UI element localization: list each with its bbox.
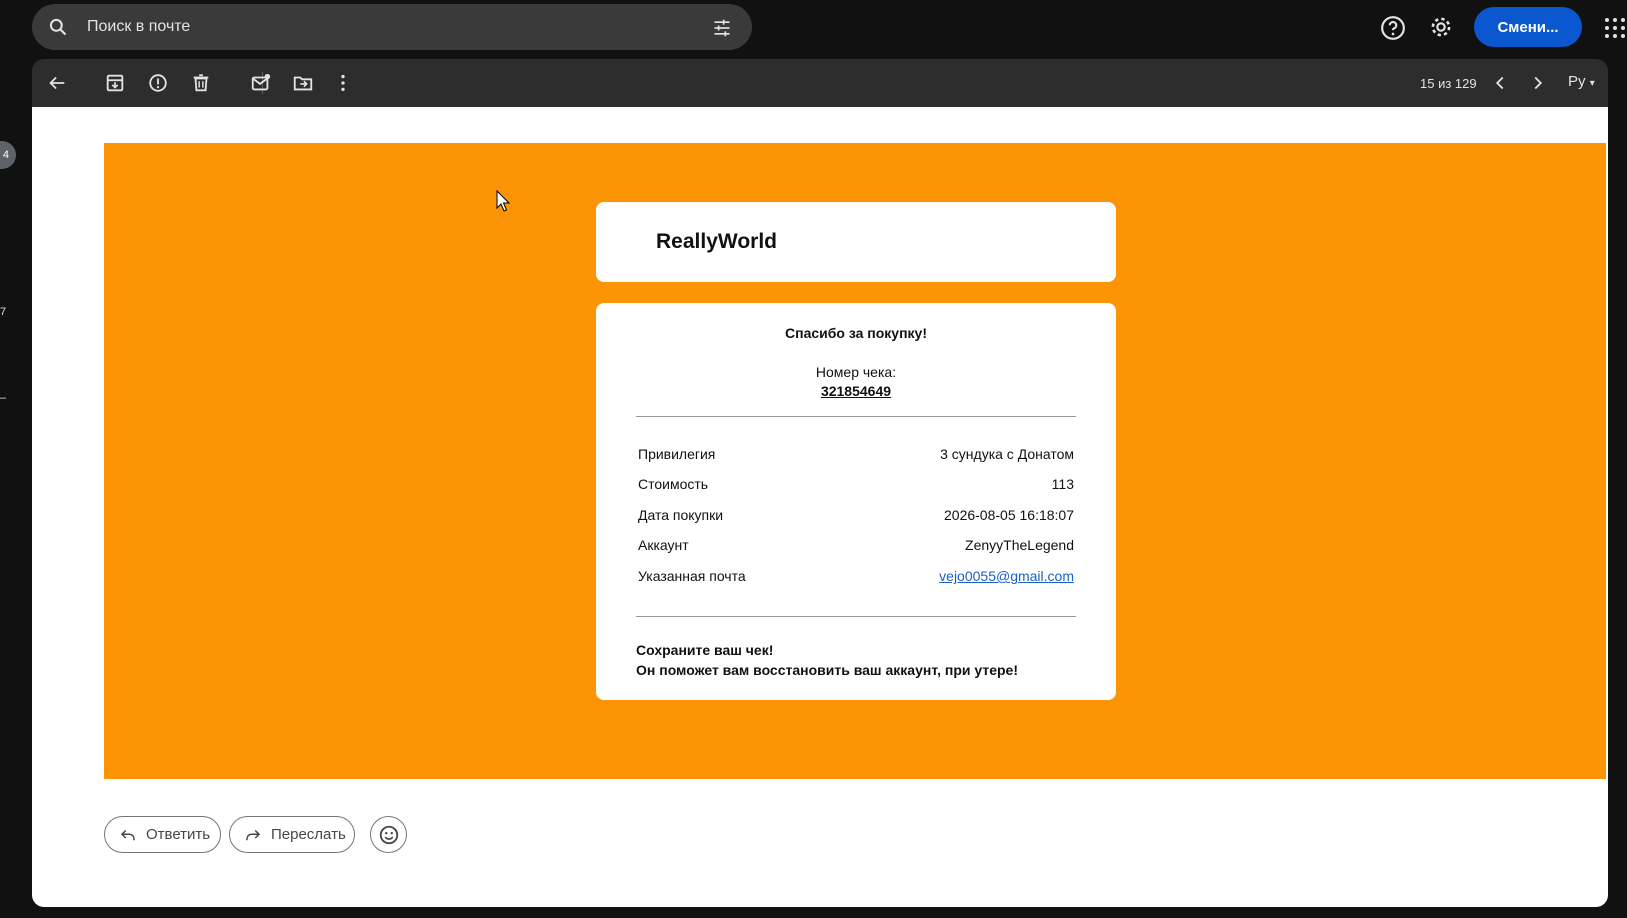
delete-icon[interactable] — [190, 72, 212, 94]
reply-button[interactable]: Ответить — [104, 816, 221, 853]
divider — [636, 616, 1076, 617]
rail-mark-b: – — [0, 392, 7, 404]
gear-icon[interactable] — [1428, 14, 1454, 40]
thanks-heading: Спасибо за покупку! — [785, 325, 927, 341]
report-spam-icon[interactable] — [147, 72, 169, 94]
row-value: 113 — [1051, 476, 1074, 492]
row-key: Привилегия — [638, 446, 716, 462]
reply-label: Ответить — [146, 826, 211, 843]
receipt-card: Спасибо за покупку! Номер чека: 32185464… — [596, 303, 1116, 700]
brand-title: ReallyWorld — [656, 230, 777, 253]
more-vert-icon[interactable] — [332, 72, 354, 94]
row-key: Дата покупки — [638, 507, 724, 523]
row-key: Стоимость — [638, 476, 709, 492]
row-key: Указанная почта — [638, 568, 746, 584]
forward-icon — [246, 829, 261, 840]
receipt-number: 321854649 — [820, 383, 892, 399]
top-bar: Поиск в почте Смени... — [0, 0, 1627, 56]
receipt-label: Номер чека: — [815, 364, 897, 380]
move-to-icon[interactable] — [292, 72, 314, 94]
row-value: 3 сундука с Донатом — [940, 446, 1074, 462]
receipt-row: Аккаунт ZenyyTheLegend — [638, 537, 1074, 557]
email-link[interactable]: vejo0055@gmail.com — [939, 568, 1074, 584]
reply-icon — [120, 829, 135, 840]
back-arrow-icon[interactable] — [46, 72, 68, 94]
apps-grid-icon[interactable] — [1603, 16, 1627, 40]
receipt-row: Стоимость 113 — [638, 476, 1074, 496]
emoji-icon — [379, 825, 399, 845]
receipt-row: Привилегия 3 сундука с Донатом — [638, 446, 1074, 466]
tune-icon[interactable] — [712, 18, 732, 38]
mark-unread-icon[interactable] — [250, 72, 272, 94]
row-value: ZenyyTheLegend — [965, 537, 1074, 553]
receipt-row: Указанная почта vejo0055@gmail.com — [638, 568, 1074, 588]
left-rail — [0, 56, 32, 918]
mouse-cursor-icon — [496, 190, 510, 212]
archive-icon[interactable] — [104, 72, 126, 94]
search-bar[interactable]: Поиск в почте — [32, 4, 752, 50]
help-icon[interactable] — [1380, 15, 1406, 41]
forward-button[interactable]: Переслать — [229, 816, 355, 853]
input-language[interactable]: Ру ▾ — [1568, 73, 1595, 90]
divider — [636, 416, 1076, 417]
row-key: Аккаунт — [638, 537, 689, 553]
search-icon[interactable] — [48, 17, 68, 37]
receipt-row: Дата покупки 2026-08-05 16:18:07 — [638, 507, 1074, 527]
brand-card: ReallyWorld — [596, 202, 1116, 282]
pager-count: 15 из 129 — [1420, 76, 1477, 91]
prev-message-icon[interactable] — [1489, 72, 1511, 94]
search-input[interactable]: Поиск в почте — [87, 18, 190, 36]
switch-account-button[interactable]: Смени... — [1474, 7, 1582, 47]
rail-mark-a: 7 — [0, 306, 7, 318]
restore-account-note: Он поможет вам восстановить ваш аккаунт,… — [636, 662, 1018, 678]
message-toolbar: 15 из 129 Ру ▾ — [32, 59, 1608, 107]
email-banner: ReallyWorld Спасибо за покупку! Номер че… — [104, 143, 1606, 779]
save-receipt-note: Сохраните ваш чек! — [636, 642, 774, 658]
message-content: ReallyWorld Спасибо за покупку! Номер че… — [32, 107, 1608, 907]
emoji-reaction-button[interactable] — [370, 816, 407, 853]
chevron-down-icon: ▾ — [1589, 78, 1595, 89]
row-value: 2026-08-05 16:18:07 — [944, 507, 1074, 523]
next-message-icon[interactable] — [1527, 72, 1549, 94]
forward-label: Переслать — [271, 826, 346, 843]
input-language-label: Ру — [1568, 73, 1586, 90]
